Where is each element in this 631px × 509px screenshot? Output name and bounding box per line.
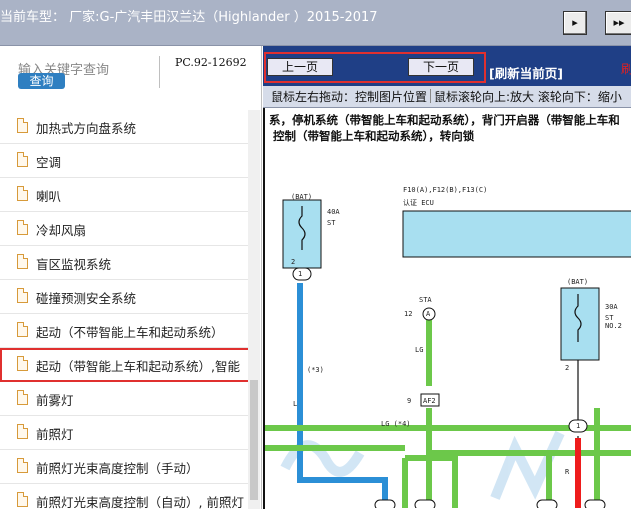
list-item[interactable]: 空调 [0,144,250,178]
document-icon [17,254,28,269]
list-item-selected[interactable]: 起动（带智能上车和起动系统）,智能 [0,348,250,382]
ecu-name-label: 认证 ECU [403,199,434,207]
list-item[interactable]: 盲区监视系统 [0,246,250,280]
sta-label: STA [419,296,432,304]
document-icon [17,424,28,439]
list-item-label: 冷却风扇 [36,223,87,238]
list-item[interactable]: 前照灯 [0,416,250,450]
document-icon [17,458,28,473]
wire-color-label: R [565,468,570,476]
title-bar: 当前车型： 厂家:G-广汽丰田汉兰达（Highlander ）2015-2017… [0,0,631,46]
list-item-label: 盲区监视系统 [36,257,112,272]
diagram-viewer: 上一页 下一页 [刷新当前页] 刷 鼠标左右拖动：控制图片位置 鼠标滚轮向上:放大… [263,46,631,509]
wiring-diagram[interactable]: 系，停机系统（带智能上车和起动系统），背门开启器（带智能上车和 控制（带智能上车… [263,108,631,509]
wiring-graphic [265,199,631,508]
pin-label: 1 [298,270,303,278]
divider [159,56,160,88]
list-item-label: 喇叭 [36,189,62,204]
list-item[interactable]: 喇叭 [0,178,250,212]
wire-note-label: (*3) [307,366,324,374]
last-model-button[interactable]: ▸▸ [605,11,631,35]
list-item-label: 起动（不带智能上车和起动系统） [36,325,224,340]
document-icon [17,288,28,303]
list-item[interactable]: 起动（不带智能上车和起动系统） [0,314,250,348]
fuse-label: 40A [327,208,340,216]
list-item[interactable]: 前照灯光束高度控制（自动）, 前照灯 [0,484,250,509]
connector-label: AF2 [423,397,436,405]
document-icon [17,390,28,405]
list-item[interactable]: 加热式方向盘系统 [0,110,250,144]
list-item[interactable]: 前照灯光束高度控制（手动） [0,450,250,484]
pin-label: 1 [576,422,581,430]
document-icon [17,322,28,337]
list-item-label: 起动（带智能上车和起动系统）,智能 [36,359,240,374]
prev-page-label: 上一页 [281,60,318,74]
list-item-label: 空调 [36,155,62,170]
pc-label: PC.92-12692 [175,56,247,69]
pin-label: 2 [291,258,296,266]
refresh-page-link[interactable]: [刷新当前页] [489,63,563,82]
document-icon [17,492,28,507]
document-icon [17,118,28,133]
pin-label: 9 [407,397,412,405]
fuse-label: ST NO.2 [605,314,622,330]
next-page-label: 下一页 [422,60,459,74]
pin-label: 12 [404,310,413,318]
hint-drag: 鼠标左右拖动：控制图片位置 [271,90,428,104]
wire-color-label: LG [415,346,424,354]
list-item-label: 碰撞预测安全系统 [36,291,137,306]
viewer-toolbar: 上一页 下一页 [刷新当前页] 刷 [263,46,631,115]
document-icon [17,186,28,201]
pin-label: A [426,310,431,318]
list-item[interactable]: 冷却风扇 [0,212,250,246]
sidebar: 输入关键字查询 查询 PC.92-12692 加热式方向盘系统 空调 喇叭 冷却… [0,46,262,509]
list-item-label: 加热式方向盘系统 [36,121,137,136]
list-item-label: 前雾灯 [36,393,74,408]
fuse-label: ST [327,219,336,227]
window-title: 当前车型： 厂家:G-广汽丰田汉兰达（Highlander ）2015-2017 [0,10,378,25]
hint-bar: 鼠标左右拖动：控制图片位置 鼠标滚轮向上:放大 滚轮向下：缩小 [263,86,631,108]
list-item-label: 前照灯光束高度控制（自动）, 前照灯 [36,495,244,509]
next-model-button[interactable]: ▸ [563,11,587,35]
list-item-label: 前照灯光束高度控制（手动） [36,461,199,476]
list-item[interactable]: 前雾灯 [0,382,250,416]
list-item[interactable]: 碰撞预测安全系统 [0,280,250,314]
fuse-label: 30A [605,303,618,311]
next-page-button[interactable]: 下一页 [408,58,474,76]
document-icon [17,152,28,167]
search-button[interactable]: 查询 [18,73,65,89]
pin-label: 2 [565,364,570,372]
bat-label: (BAT) [291,193,313,201]
sidebar-scrollbar[interactable] [248,110,260,509]
refresh-red-link[interactable]: 刷 [621,60,631,77]
scrollbar-thumb[interactable] [250,380,258,500]
divider [430,89,432,103]
document-icon [17,356,28,371]
list-item-label: 前照灯 [36,427,74,442]
ecu-pins-label: F10(A),F12(B),F13(C) [403,186,488,194]
bat-label: (BAT) [567,278,589,286]
watermark [280,430,565,500]
wire-color-label: L [293,400,298,408]
document-icon [17,220,28,235]
wire-note-label: LG (*4) [381,420,411,428]
prev-page-button[interactable]: 上一页 [267,58,333,115]
hint-scroll: 鼠标滚轮向上:放大 滚轮向下：缩小 [434,90,622,104]
